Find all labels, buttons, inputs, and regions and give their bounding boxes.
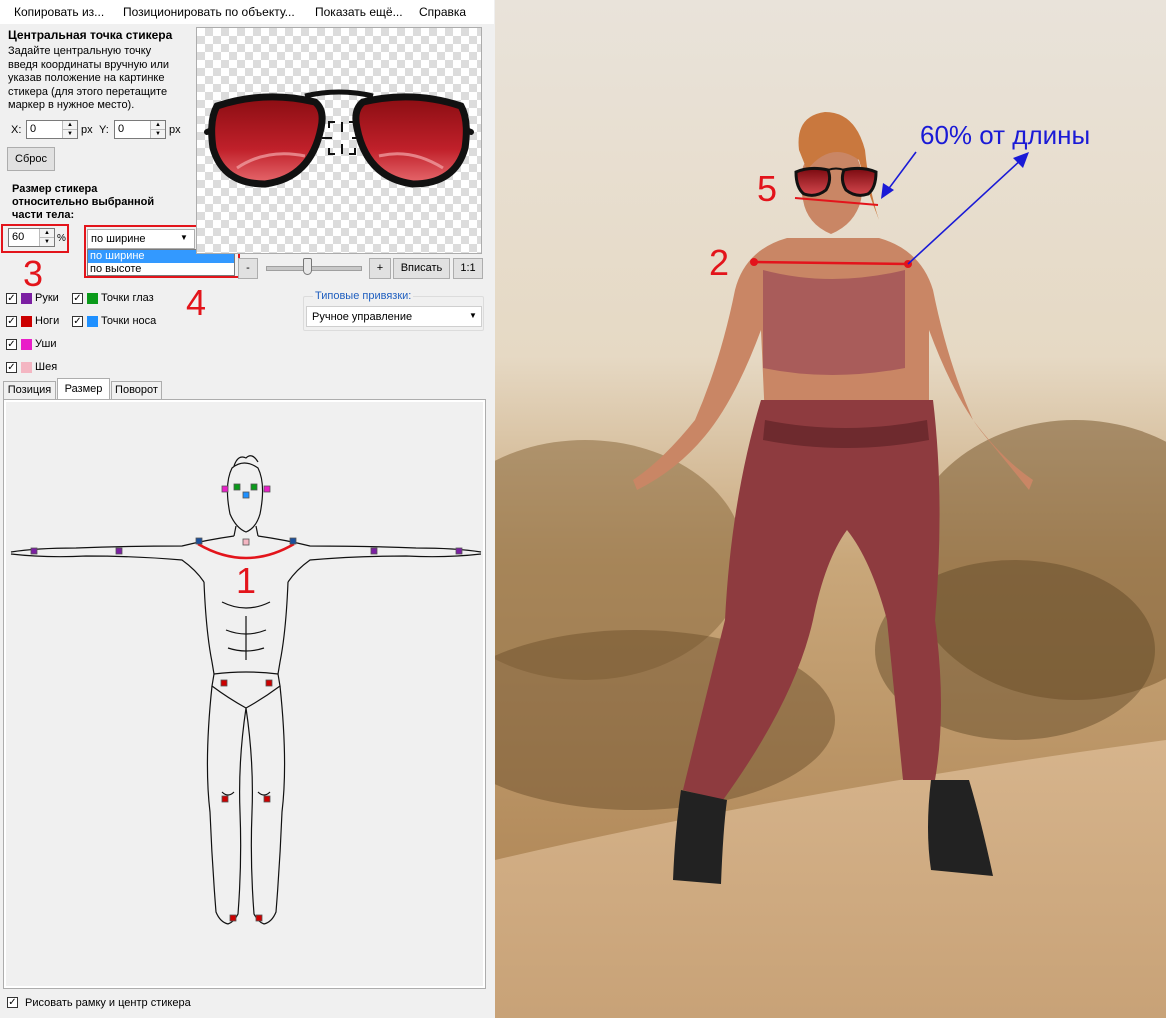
x-label: X: <box>11 124 22 136</box>
annotation-number-4: 4 <box>186 282 207 323</box>
photo-annotations <box>750 151 1029 268</box>
y-label: Y: <box>99 124 109 136</box>
description-line: Задайте центральную точку <box>8 45 152 57</box>
legs-color-swatch <box>21 316 32 327</box>
chevron-down-icon[interactable]: ▼ <box>469 311 477 320</box>
center-marker-icon <box>322 121 362 155</box>
body-outline-image <box>10 455 482 925</box>
zoom-in-button[interactable]: + <box>369 258 391 279</box>
zoom-out-button[interactable]: - <box>238 258 258 279</box>
description-line: введя координаты вручную или <box>8 58 170 71</box>
y-unit: px <box>169 124 181 136</box>
checkbox-nose-points-label: Точки носа <box>101 315 157 327</box>
body-diagram[interactable]: 1 <box>6 402 483 986</box>
sticker-preview[interactable] <box>196 27 482 254</box>
zoom-slider-track[interactable] <box>266 266 362 271</box>
presets-selected[interactable]: Ручное управление <box>312 311 412 323</box>
description-line: указав положение на картинке <box>8 72 165 84</box>
size-title-line: части тела: <box>12 209 75 221</box>
tab-size[interactable]: Размер <box>57 378 110 400</box>
checkbox-nose-points[interactable]: ✓ <box>72 316 83 327</box>
one-to-one-button[interactable]: 1:1 <box>453 258 483 279</box>
y-value[interactable]: 0 <box>118 123 124 135</box>
sunglasses-image <box>204 89 474 188</box>
size-title-line: относительно выбранной <box>12 196 155 208</box>
checkbox-neck-label: Шея <box>35 361 58 373</box>
checkbox-eye-points-label: Точки глаз <box>101 292 154 304</box>
annotation-number-3: 3 <box>23 253 44 294</box>
center-point-description: Задайте центральную точку введя координа… <box>8 45 169 113</box>
presets-select[interactable]: Ручное управление ▼ <box>306 306 482 327</box>
fit-button[interactable]: Вписать <box>393 258 450 279</box>
annotation-number-2: 2 <box>709 242 730 283</box>
description-line: стикера (для этого перетащите <box>8 85 168 98</box>
x-value[interactable]: 0 <box>30 123 36 135</box>
zoom-slider-thumb[interactable] <box>303 258 313 275</box>
center-point-title: Центральная точка стикера <box>8 28 173 42</box>
checkbox-eye-points[interactable]: ✓ <box>72 293 83 304</box>
ears-color-swatch <box>21 339 32 350</box>
x-unit: px <box>81 124 93 136</box>
menu-show-more[interactable]: Показать ещё... <box>315 5 403 19</box>
size-title-line: Размер стикера <box>12 183 98 195</box>
checkbox-legs[interactable]: ✓ <box>6 316 17 327</box>
checkbox-ears-label: Уши <box>35 338 57 350</box>
y-spinbox[interactable]: 0 ▲ ▼ <box>114 120 166 139</box>
checkbox-neck[interactable]: ✓ <box>6 362 17 373</box>
neck-color-swatch <box>21 362 32 373</box>
spin-up-icon[interactable]: ▲ <box>62 121 77 129</box>
annotation-number-5: 5 <box>757 168 778 209</box>
description-line: маркер в нужное место). <box>8 99 135 111</box>
eye-points-color-swatch <box>87 293 98 304</box>
annotation-box-3 <box>1 224 69 253</box>
menu-help[interactable]: Справка <box>419 5 466 19</box>
checkbox-draw-frame[interactable]: ✓ <box>7 997 18 1008</box>
length-note: 60% от длины <box>920 120 1091 150</box>
checkbox-draw-frame-label: Рисовать рамку и центр стикера <box>25 997 191 1009</box>
menu-bar: Копировать из... Позиционировать по объе… <box>0 0 494 24</box>
sticker-settings-panel: Копировать из... Позиционировать по объе… <box>0 0 494 1018</box>
spin-down-icon[interactable]: ▼ <box>62 129 77 138</box>
checkbox-ears[interactable]: ✓ <box>6 339 17 350</box>
x-spinbox[interactable]: 0 ▲ ▼ <box>26 120 78 139</box>
tab-panel-size: 1 <box>3 399 486 989</box>
tab-position[interactable]: Позиция <box>3 381 56 399</box>
result-photo: 5 2 60% от длины <box>495 0 1166 1018</box>
reset-button[interactable]: Сброс <box>7 147 55 171</box>
presets-label: Типовые привязки: <box>313 290 414 302</box>
menu-copy-from[interactable]: Копировать из... <box>14 5 104 19</box>
size-title: Размер стикера относительно выбранной ча… <box>12 183 154 222</box>
checkbox-arms[interactable]: ✓ <box>6 293 17 304</box>
tab-rotation[interactable]: Поворот <box>111 381 162 399</box>
menu-position-by-object[interactable]: Позиционировать по объекту... <box>123 5 295 19</box>
spin-down-icon[interactable]: ▼ <box>150 129 165 138</box>
checkbox-legs-label: Ноги <box>35 315 60 327</box>
nose-points-color-swatch <box>87 316 98 327</box>
annotation-number-1: 1 <box>236 560 257 601</box>
spin-up-icon[interactable]: ▲ <box>150 121 165 129</box>
